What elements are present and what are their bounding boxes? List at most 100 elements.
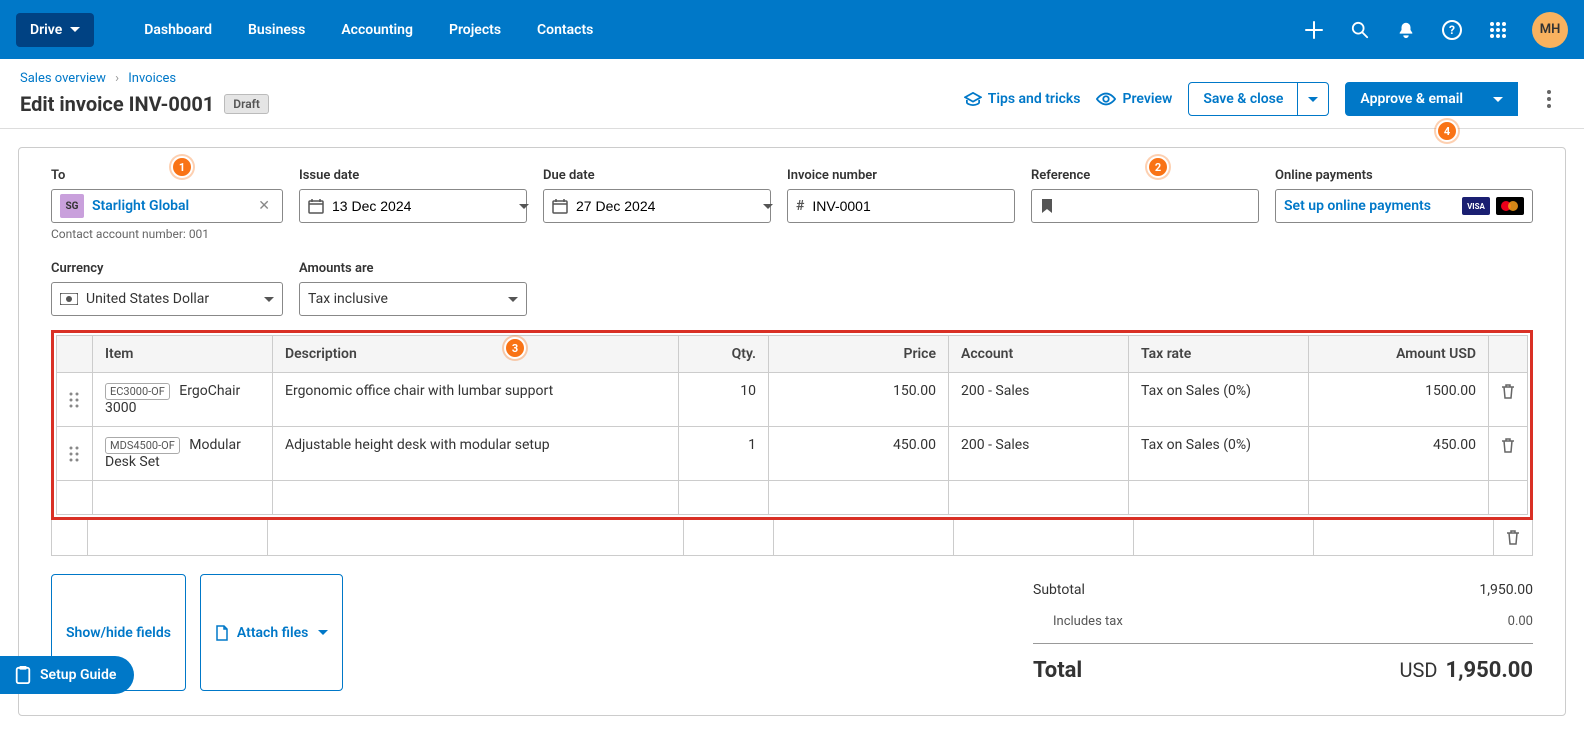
mastercard-badge [1496,197,1524,215]
table-row[interactable]: MDS4500-OF Modular Desk Set Adjustable h… [57,427,1528,481]
breadcrumb-invoices[interactable]: Invoices [128,71,176,86]
contact-account-number: Contact account number: 001 [51,227,283,241]
col-desc: Description [273,336,679,373]
clear-icon[interactable]: ✕ [254,198,274,214]
nav-accounting[interactable]: Accounting [323,22,431,38]
coach-mark-4[interactable]: 4 [1436,120,1458,142]
breadcrumb-sales[interactable]: Sales overview [20,71,106,86]
cell-qty[interactable]: 10 [679,373,769,427]
cell-item[interactable]: MDS4500-OF Modular Desk Set [93,427,273,481]
grad-cap-icon [964,92,982,106]
currency-field[interactable]: United States Dollar [51,282,283,316]
cell-amount[interactable]: 450.00 [1309,427,1489,481]
to-label: To [51,168,283,183]
nav-contacts[interactable]: Contacts [519,22,611,38]
due-date-field[interactable] [543,189,771,223]
col-qty: Qty. [679,336,769,373]
delete-row-button[interactable] [1489,427,1528,481]
amounts-are-field[interactable]: Tax inclusive [299,282,527,316]
setup-guide-button[interactable]: Setup Guide [0,656,134,694]
cell-tax[interactable]: Tax on Sales (0%) [1129,427,1309,481]
avatar[interactable]: MH [1532,12,1568,48]
amounts-are-value: Tax inclusive [308,291,502,307]
contact-link[interactable]: Starlight Global [92,198,254,214]
includes-tax-label: Includes tax [1053,614,1123,629]
cell-desc[interactable]: Ergonomic office chair with lumbar suppo… [273,373,679,427]
save-close-button[interactable]: Save & close [1188,82,1298,116]
empty-line-row[interactable] [57,481,1528,515]
cell-account[interactable]: 200 - Sales [949,427,1129,481]
issue-date-field[interactable] [299,189,527,223]
drag-handle[interactable] [57,373,93,427]
top-nav: Drive Dashboard Business Accounting Proj… [0,0,1584,59]
cell-tax[interactable]: Tax on Sales (0%) [1129,373,1309,427]
cell-price[interactable]: 150.00 [769,373,949,427]
attach-files-button[interactable]: Attach files [200,574,343,691]
table-row[interactable]: EC3000-OF ErgoChair 3000 Ergonomic offic… [57,373,1528,427]
includes-tax-value: 0.00 [1508,614,1533,629]
empty-line-row[interactable] [52,519,1533,556]
due-date-label: Due date [543,168,771,183]
caret-down-icon [1493,97,1503,102]
approve-dropdown[interactable] [1478,82,1518,116]
visa-badge: VISA [1462,197,1490,215]
search-icon[interactable] [1348,18,1372,42]
approve-email-button[interactable]: Approve & email [1345,82,1478,116]
subtotal-value: 1,950.00 [1479,582,1533,598]
calendar-icon [552,198,568,214]
hash-icon: # [796,198,804,214]
save-close-dropdown[interactable] [1297,82,1329,116]
cell-account[interactable]: 200 - Sales [949,373,1129,427]
item-code: MDS4500-OF [105,437,180,454]
invoice-number-field[interactable]: # [787,189,1015,223]
coach-mark-2[interactable]: 2 [1147,156,1169,178]
nav-right: ? MH [1302,12,1568,48]
cell-amount[interactable]: 1500.00 [1309,373,1489,427]
due-date-input[interactable] [576,198,757,214]
caret-down-icon [318,630,328,635]
reference-label: Reference [1031,168,1259,183]
online-payments-button[interactable]: Set up online payments VISA [1275,189,1533,223]
drag-handle[interactable] [57,427,93,481]
col-price: Price [769,336,949,373]
caret-down-icon [519,204,529,209]
col-account: Account [949,336,1129,373]
caret-down-icon [264,297,274,302]
preview-link[interactable]: Preview [1096,91,1172,107]
issue-date-label: Issue date [299,168,527,183]
overflow-menu[interactable] [1534,84,1564,114]
subtotal-label: Subtotal [1033,582,1085,598]
approve-group: Approve & email 4 [1345,82,1518,116]
org-switcher[interactable]: Drive [16,13,94,47]
nav-business[interactable]: Business [230,22,323,38]
delete-row-button[interactable] [1489,373,1528,427]
bell-icon[interactable] [1394,18,1418,42]
apps-icon[interactable] [1486,18,1510,42]
nav-links: Dashboard Business Accounting Projects C… [126,22,611,38]
nav-projects[interactable]: Projects [431,22,519,38]
save-close-group: Save & close [1188,82,1329,116]
reference-field[interactable] [1031,189,1259,223]
col-item: Item [93,336,273,373]
coach-mark-3[interactable]: 3 [504,337,526,359]
add-icon[interactable] [1302,18,1326,42]
calendar-icon [308,198,324,214]
invoice-form: To 1 SG Starlight Global ✕ Contact accou… [18,147,1566,716]
to-field[interactable]: SG Starlight Global ✕ [51,189,283,223]
cell-price[interactable]: 450.00 [769,427,949,481]
help-icon[interactable]: ? [1440,18,1464,42]
cell-item[interactable]: EC3000-OF ErgoChair 3000 [93,373,273,427]
coach-mark-1[interactable]: 1 [171,156,193,178]
reference-input[interactable] [1062,198,1250,214]
tips-link[interactable]: Tips and tricks [964,91,1081,107]
invoice-number-input[interactable] [812,198,1006,214]
nav-dashboard[interactable]: Dashboard [126,22,230,38]
delete-row-button[interactable] [1494,519,1533,556]
contact-avatar: SG [60,194,84,218]
eye-icon [1096,92,1116,106]
cell-qty[interactable]: 1 [679,427,769,481]
caret-down-icon [763,204,773,209]
issue-date-input[interactable] [332,198,513,214]
extra-empty-row-table [51,519,1533,556]
cell-desc[interactable]: Adjustable height desk with modular setu… [273,427,679,481]
